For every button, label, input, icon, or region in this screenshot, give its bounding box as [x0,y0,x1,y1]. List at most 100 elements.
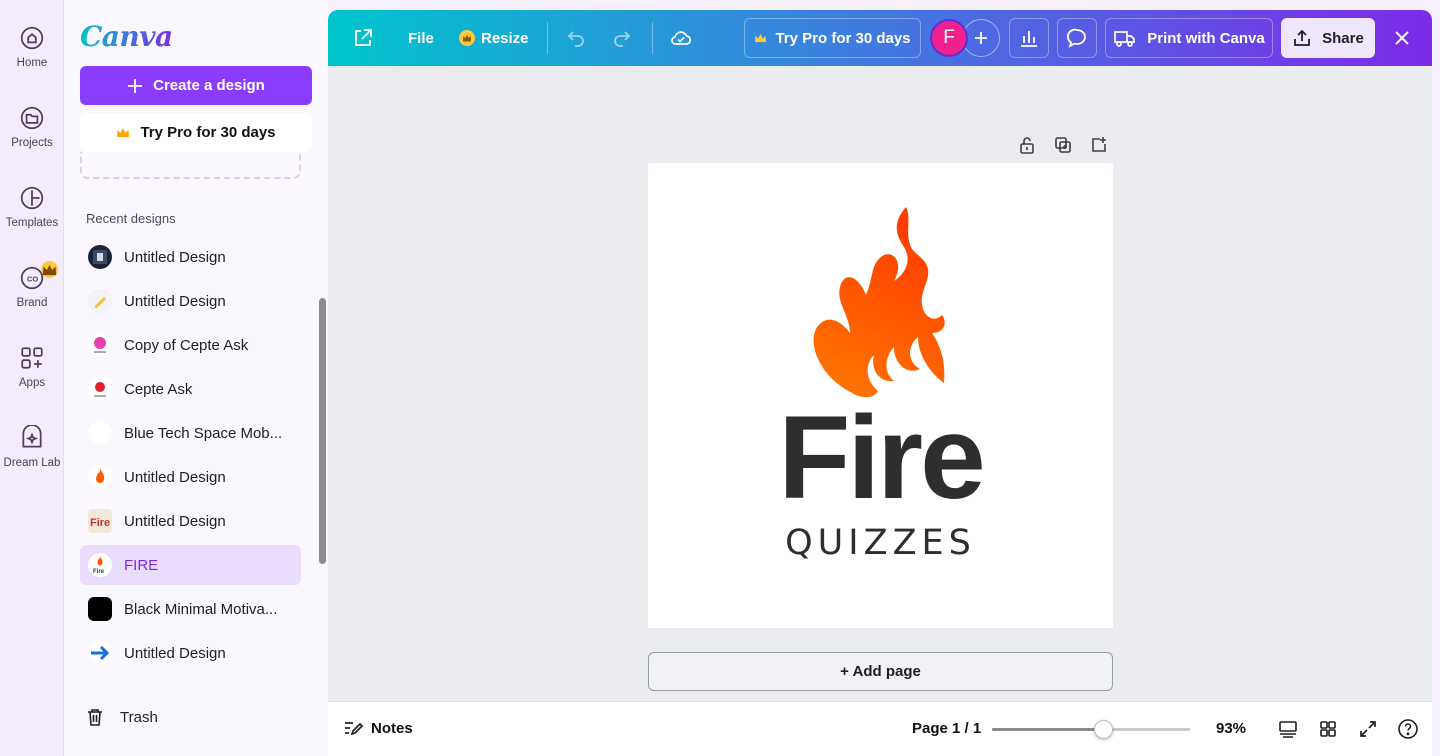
trash-link[interactable]: Trash [84,706,158,728]
add-page-top-button[interactable] [1088,134,1110,156]
editor-footer: Notes Page 1 / 1 93% [328,701,1432,756]
page-view-button[interactable] [1276,717,1300,741]
topbar-divider [547,22,548,54]
crown-icon [117,127,130,137]
crown-icon [755,33,767,42]
insights-button[interactable] [1009,18,1049,58]
recent-item[interactable]: Untitled Design [80,281,301,321]
bar-chart-icon [1021,31,1037,47]
design-subline[interactable]: QUIZZES [648,523,1113,563]
save-status-button[interactable] [669,10,693,66]
panel-scrollbar[interactable] [319,298,326,564]
grid-icon [1320,721,1336,737]
expand-icon [1360,721,1376,737]
redo-button[interactable] [611,10,633,66]
recent-item-name: FIRE [124,556,159,574]
duplicate-icon [1055,137,1071,153]
rail-home-label: Home [16,57,48,69]
page-toolbar [1016,134,1110,156]
design-thumbnail [88,641,112,665]
recent-item[interactable]: Blue Tech Space Mob... [80,413,301,453]
design-thumbnail [88,289,112,313]
create-design-label: Create a design [153,77,265,94]
truck-icon [1114,31,1136,47]
plus-icon [128,78,143,93]
comments-button[interactable] [1057,18,1097,58]
apps-icon [21,347,43,369]
page-view-icon [1279,721,1297,738]
folder-icon [20,106,44,130]
recent-designs-title: Recent designs [86,211,176,226]
try-pro-panel-label: Try Pro for 30 days [140,124,276,141]
recent-designs-list: Untitled Design Untitled Design Copy of … [80,237,301,677]
design-page[interactable]: Fire QUIZZES [648,163,1113,628]
svg-text:Fire: Fire [90,517,110,529]
recent-item-name: Copy of Cepte Ask [124,336,249,354]
share-button[interactable]: Share [1281,18,1375,58]
close-editor-button[interactable] [1387,23,1417,53]
comment-icon [1067,28,1086,48]
try-pro-topbar-label: Try Pro for 30 days [775,29,911,47]
create-design-button[interactable]: Create a design [80,66,312,105]
trash-label: Trash [120,708,158,726]
rail-brand[interactable]: CO Brand [0,261,64,335]
home-link-button[interactable] [352,10,374,66]
design-thumbnail [88,377,112,401]
zoom-percentage[interactable]: 93% [1216,720,1246,737]
design-headline[interactable]: Fire [648,398,1113,518]
user-avatar[interactable]: F [930,19,968,57]
share-label: Share [1322,29,1364,47]
add-page-icon [1092,137,1106,152]
upload-icon [1294,29,1311,46]
help-icon [1398,719,1418,739]
zoom-slider-fill [992,728,1103,731]
print-with-canva-label: Print with Canva [1147,29,1265,47]
notes-label: Notes [371,719,413,737]
plus-icon [975,32,987,44]
recent-item-name: Blue Tech Space Mob... [124,424,283,442]
fullscreen-button[interactable] [1356,717,1380,741]
notes-button[interactable]: Notes [343,719,413,737]
zoom-slider-handle[interactable] [1093,720,1113,739]
recent-item[interactable]: Fire Untitled Design [80,501,301,541]
recent-item[interactable]: Untitled Design [80,633,301,673]
page-indicator[interactable]: Page 1 / 1 [912,720,981,737]
design-thumbnail [88,421,112,445]
recent-item-active[interactable]: Fire FIRE [80,545,301,585]
recent-item[interactable]: Black Minimal Motiva... [80,589,301,629]
rail-brand-label: Brand [16,297,48,309]
try-pro-panel-button[interactable]: Try Pro for 30 days [80,113,312,152]
canva-logo[interactable]: Canva [80,20,173,53]
file-menu[interactable]: File [408,10,434,66]
templates-icon [20,186,44,210]
recent-item[interactable]: Copy of Cepte Ask [80,325,301,365]
flame-icon [813,207,945,398]
print-with-canva-button[interactable]: Print with Canva [1105,18,1273,58]
recent-item[interactable]: Cepte Ask [80,369,301,409]
rail-dream-lab[interactable]: Dream Lab [0,425,64,495]
try-pro-topbar-button[interactable]: Try Pro for 30 days [744,18,921,58]
rail-templates[interactable]: Templates [0,185,64,255]
duplicate-page-button[interactable] [1052,134,1074,156]
editor: File Resize Try Pro for 30 days F Print … [328,10,1432,756]
rail-home[interactable]: Home [0,25,64,95]
recent-item-name: Black Minimal Motiva... [124,600,278,618]
grid-view-button[interactable] [1316,717,1340,741]
rail-projects-label: Projects [11,137,53,149]
resize-button[interactable]: Resize [459,10,529,66]
rail-projects[interactable]: Projects [0,105,64,175]
design-thumbnail: Fire [88,509,112,533]
undo-button[interactable] [565,10,587,66]
zoom-slider[interactable] [992,720,1190,739]
notes-icon [345,722,363,736]
help-button[interactable] [1396,717,1420,741]
recent-item-name: Untitled Design [124,468,226,486]
lock-page-button[interactable] [1016,134,1038,156]
trash-icon [88,709,102,726]
rail-apps[interactable]: Apps [0,345,64,415]
recent-item-name: Untitled Design [124,512,226,530]
add-page-button[interactable]: + Add page [648,652,1113,691]
recent-item[interactable]: Untitled Design [80,237,301,277]
recent-item[interactable]: Untitled Design [80,457,301,497]
design-thumbnail [88,465,112,489]
